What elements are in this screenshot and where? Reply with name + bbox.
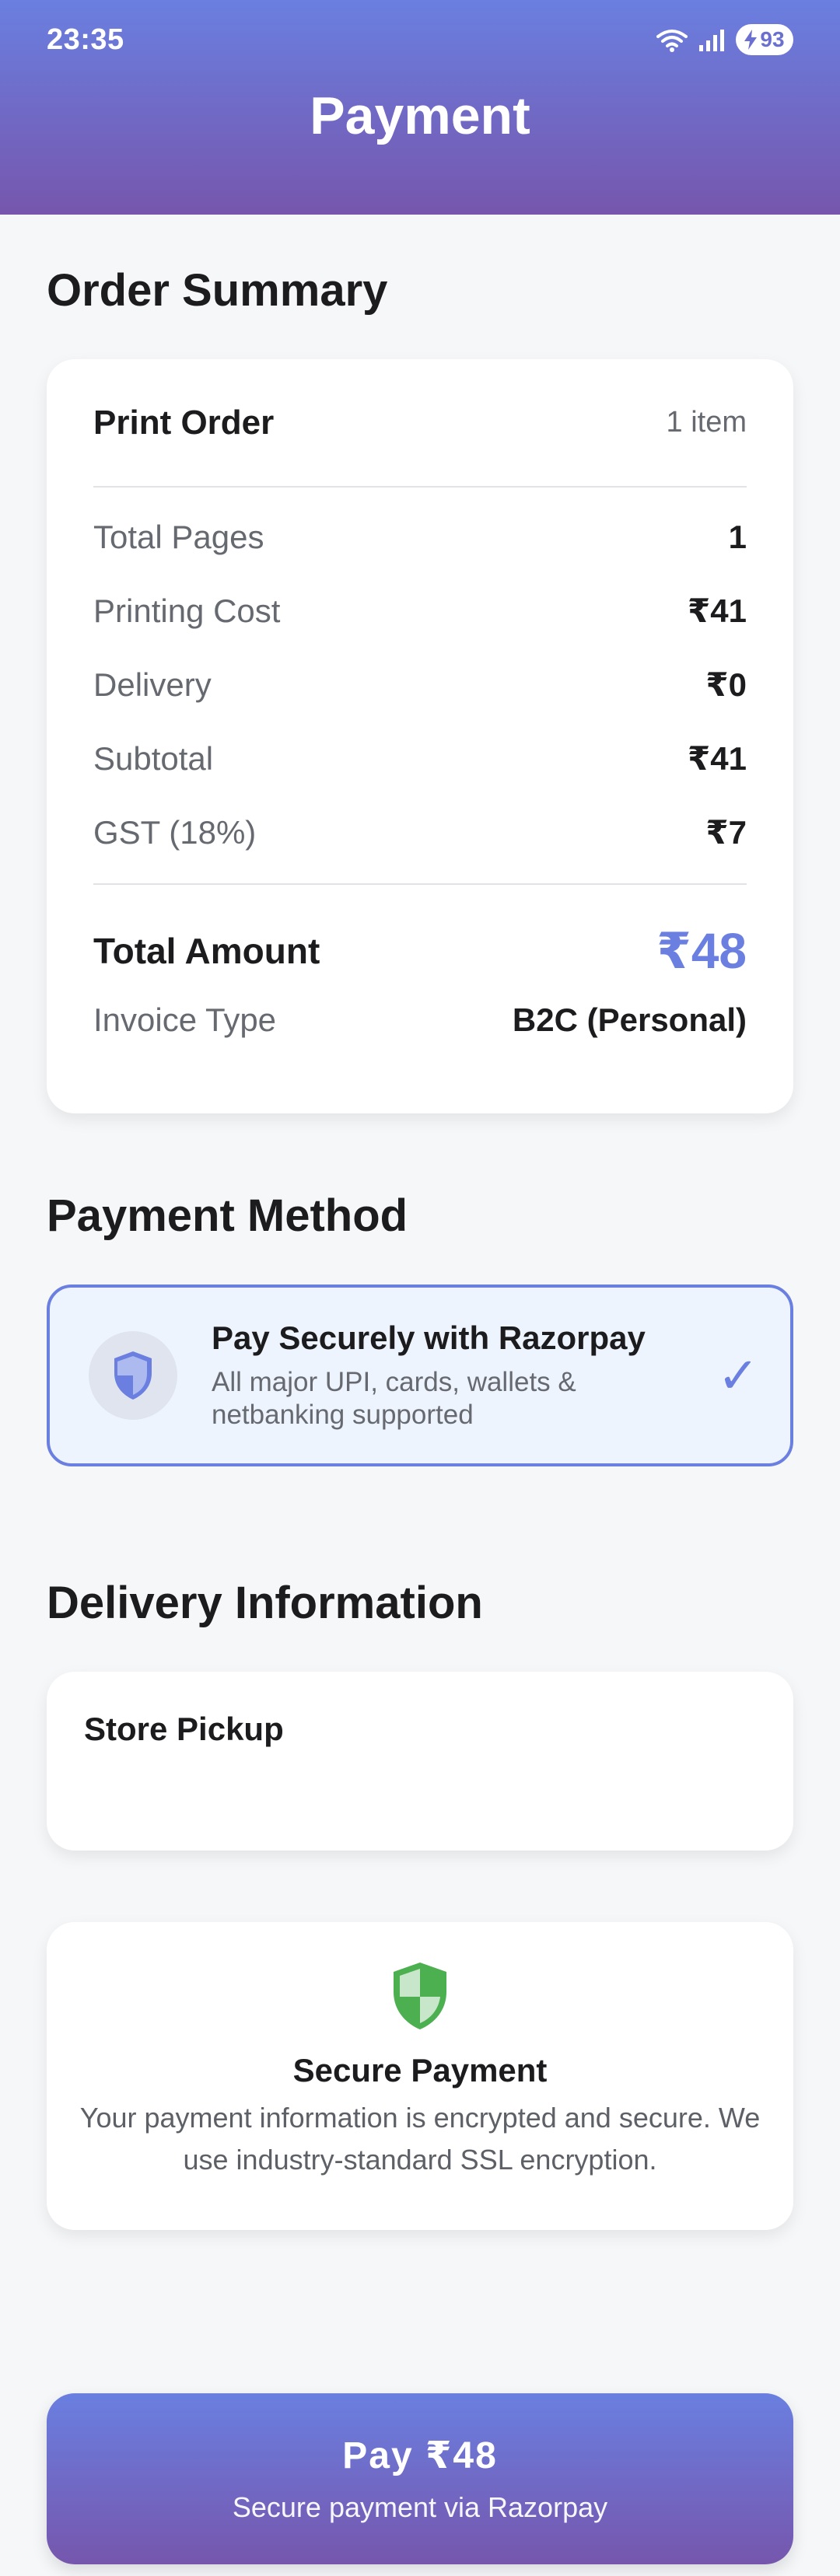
pay-button-label: Pay ₹48 — [342, 2435, 498, 2476]
total-label: Total Amount — [93, 931, 320, 971]
signal-icon — [699, 30, 724, 51]
row-label: Printing Cost — [93, 592, 281, 629]
summary-row-subtotal: Subtotal ₹41 — [93, 722, 747, 795]
invoice-label: Invoice Type — [93, 1001, 277, 1038]
shield-icon — [394, 1963, 446, 2029]
row-label: GST (18%) — [93, 813, 257, 851]
row-label: Delivery — [93, 666, 212, 703]
summary-row-total-pages: Total Pages 1 — [93, 500, 747, 574]
row-value: ₹0 — [705, 666, 747, 703]
pay-button-sublabel: Secure payment via Razorpay — [232, 2491, 608, 2523]
secure-payment-card: Secure Payment Your payment information … — [47, 1922, 793, 2230]
shield-icon — [114, 1351, 152, 1400]
item-count: 1 item — [666, 406, 747, 439]
row-value: 1 — [728, 518, 747, 555]
method-title: Pay Securely with Razorpay — [212, 1319, 646, 1356]
secure-description: Your payment information is encrypted an… — [79, 2102, 761, 2176]
delivery-method: Store Pickup — [84, 1711, 284, 1747]
payment-option-razorpay[interactable]: Pay Securely with Razorpay All major UPI… — [47, 1285, 793, 1466]
delivery-information-heading: Delivery Information — [47, 1578, 483, 1628]
invoice-type-row: Invoice Type B2C (Personal) — [93, 997, 747, 1043]
payment-method-heading: Payment Method — [47, 1190, 408, 1241]
pay-button[interactable]: Pay ₹48 Secure payment via Razorpay — [47, 2393, 793, 2564]
cost-breakdown: Total Pages 1 Printing Cost ₹41 Delivery… — [93, 488, 747, 869]
summary-row-gst: GST (18%) ₹7 — [93, 795, 747, 869]
charging-bolt-icon — [744, 30, 758, 50]
app-header: 23:35 93 Payment — [0, 0, 840, 215]
secure-title: Secure Payment — [292, 2052, 548, 2088]
page-title: Payment — [310, 86, 530, 145]
method-text: Pay Securely with Razorpay All major UPI… — [212, 1319, 717, 1431]
wifi-icon — [656, 30, 688, 52]
battery-level: 93 — [760, 27, 785, 51]
order-summary-card: Print Order 1 item Total Pages 1 Printin… — [47, 359, 793, 1113]
row-value: ₹41 — [688, 592, 747, 629]
battery-indicator: 93 — [736, 24, 793, 55]
summary-row-printing-cost: Printing Cost ₹41 — [93, 574, 747, 648]
status-bar: 23:35 93 — [47, 20, 793, 59]
row-value: ₹7 — [705, 814, 747, 851]
order-name: Print Order — [93, 403, 275, 442]
method-icon-wrap — [89, 1331, 177, 1420]
checkmark-icon: ✓ — [717, 1347, 759, 1403]
total-value: ₹48 — [656, 922, 747, 979]
summary-row-delivery: Delivery ₹0 — [93, 648, 747, 722]
method-subtitle: All major UPI, cards, wallets & netbanki… — [212, 1367, 576, 1430]
order-summary-heading: Order Summary — [47, 265, 388, 316]
row-value: ₹41 — [688, 740, 747, 777]
invoice-value: B2C (Personal) — [512, 1001, 747, 1038]
row-label: Total Pages — [93, 518, 264, 555]
order-header: Print Order 1 item — [93, 359, 747, 488]
status-icons: 93 — [656, 24, 793, 55]
delivery-card: Store Pickup — [47, 1672, 793, 1851]
row-label: Subtotal — [93, 739, 214, 777]
status-time: 23:35 — [47, 23, 124, 56]
